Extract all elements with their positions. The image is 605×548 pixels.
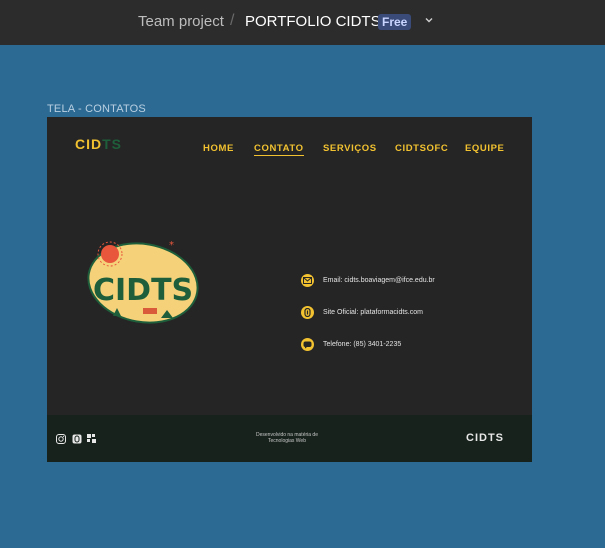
plan-badge: Free xyxy=(378,14,412,30)
cidts-illustration: * CIDTS xyxy=(87,240,199,324)
illustration-lettering: CIDTS xyxy=(93,273,193,308)
breadcrumb-file-name[interactable]: PORTFOLIO CIDTS xyxy=(245,13,381,30)
footer-note-line-2: Tecnologias Web xyxy=(268,438,306,444)
link-icon xyxy=(301,306,314,319)
site-logo[interactable]: CIDTS xyxy=(75,136,122,152)
logo-part-2: TS xyxy=(102,136,123,152)
nav-cidtsofc[interactable]: CIDTSOFC xyxy=(395,143,448,154)
svg-text:*: * xyxy=(169,240,174,251)
breadcrumb-team[interactable]: Team project xyxy=(138,13,224,30)
contact-site[interactable]: Site Oficial: plataformacidts.com xyxy=(301,306,423,319)
frame-label[interactable]: TELA - CONTATOS xyxy=(47,103,146,115)
contact-email[interactable]: Email: cidts.boaviagem@ifce.edu.br xyxy=(301,274,435,287)
instagram-icon[interactable] xyxy=(56,434,66,444)
footer-note: Desenvolvido na matéria de Tecnologias W… xyxy=(227,432,347,444)
nav-home[interactable]: HOME xyxy=(203,143,234,154)
footer-brand: CIDTS xyxy=(466,432,504,444)
contact-site-text: Site Oficial: plataformacidts.com xyxy=(323,309,423,316)
chevron-down-icon[interactable] xyxy=(423,14,435,26)
grid-icon[interactable] xyxy=(87,434,97,444)
link-icon[interactable] xyxy=(72,434,82,444)
nav-servicos[interactable]: SERVIÇOS xyxy=(323,143,377,154)
top-bar: Team project / PORTFOLIO CIDTS Free xyxy=(0,0,605,45)
breadcrumb-separator: / xyxy=(230,12,235,29)
site-footer: Desenvolvido na matéria de Tecnologias W… xyxy=(47,415,532,462)
mail-icon xyxy=(301,274,314,287)
contact-phone[interactable]: Telefone: (85) 3401-2235 xyxy=(301,338,401,351)
chat-icon xyxy=(301,338,314,351)
contact-email-text: Email: cidts.boaviagem@ifce.edu.br xyxy=(323,277,435,284)
contact-phone-text: Telefone: (85) 3401-2235 xyxy=(323,341,402,348)
logo-part-1: CID xyxy=(75,136,103,152)
frame-contatos[interactable]: CIDTS HOME CONTATO SERVIÇOS CIDTSOFC EQU… xyxy=(47,117,532,462)
nav-contato[interactable]: CONTATO xyxy=(254,143,304,156)
nav-equipe[interactable]: EQUIPE xyxy=(465,143,505,154)
